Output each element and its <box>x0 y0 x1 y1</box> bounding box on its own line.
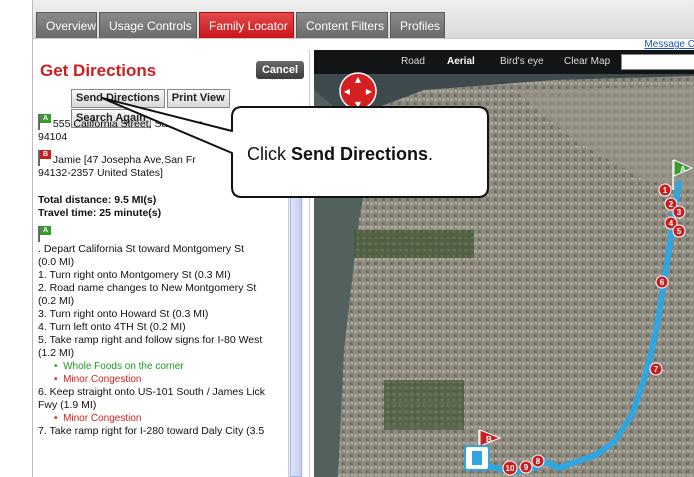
note-congestion-2: • Minor Congestion <box>54 413 142 424</box>
note-whole-foods: • Whole Foods on the corner <box>54 361 184 372</box>
svg-text:7: 7 <box>654 365 659 374</box>
waypoint-6: 6 <box>655 275 669 289</box>
tab-content-filters[interactable]: Content Filters <box>296 12 388 38</box>
waypoint-8: 8 <box>531 454 545 468</box>
route-path <box>475 180 682 475</box>
waypoint-5: 5 <box>672 224 686 238</box>
svg-text:9: 9 <box>524 463 529 472</box>
svg-text:2: 2 <box>669 200 674 209</box>
step-line: (0.2 MI) <box>38 295 75 307</box>
start-flag-icon: A <box>38 114 51 130</box>
end-flag-icon: B <box>38 150 51 166</box>
step-line: 1. Turn right onto Montgomery St (0.3 MI… <box>38 269 231 281</box>
step-line: Fwy (1.9 MI) <box>38 399 97 411</box>
tab-profiles[interactable]: Profiles <box>390 12 445 38</box>
step-line: 2. Road name changes to New Montgomery S… <box>38 282 257 294</box>
step-line: 7. Take ramp right for I-280 toward Daly… <box>38 425 265 437</box>
cancel-button[interactable]: Cancel <box>256 61 304 79</box>
end-flag-marker-icon: B <box>464 429 502 471</box>
svg-text:5: 5 <box>677 227 682 236</box>
step-line: (1.2 MI) <box>38 347 75 359</box>
app-frame: Overview Usage Controls Family Locator C… <box>32 0 694 477</box>
message-center-link[interactable]: Message C <box>644 39 694 50</box>
svg-text:10: 10 <box>506 464 515 473</box>
svg-text:6: 6 <box>660 278 665 287</box>
svg-text:1: 1 <box>663 186 668 195</box>
waypoint-7: 7 <box>649 362 663 376</box>
svg-text:A: A <box>680 165 686 174</box>
svg-text:3: 3 <box>677 208 682 217</box>
tab-family-locator[interactable]: Family Locator <box>199 12 294 38</box>
tab-usage-controls[interactable]: Usage Controls <box>99 12 197 38</box>
callout-text: Click Send Directions. <box>247 144 434 164</box>
step-line: 3. Turn right onto Howard St (0.3 MI) <box>38 308 209 320</box>
svg-text:▲: ▲ <box>355 75 362 84</box>
start-flag-small-icon: A <box>38 226 51 242</box>
waypoint-10: 10 <box>502 460 518 476</box>
waypoint-1: 1 <box>658 183 672 197</box>
step-line: 4. Turn left onto 4TH St (0.2 MI) <box>38 321 186 333</box>
waypoint-9: 9 <box>519 460 533 474</box>
note-congestion: • Minor Congestion <box>54 374 142 385</box>
waypoint-3: 3 <box>672 205 686 219</box>
panel-title: Get Directions <box>40 61 157 80</box>
depart-step: A . Depart California St toward Montgome… <box>38 226 245 268</box>
tab-overview[interactable]: Overview <box>36 12 97 38</box>
step-line: 6. Keep straight onto US-101 South / Jam… <box>38 386 266 398</box>
tab-bar: Overview Usage Controls Family Locator C… <box>33 0 694 39</box>
start-flag-marker-icon: A <box>672 159 694 190</box>
svg-text:8: 8 <box>536 457 541 466</box>
svg-text:B: B <box>486 435 492 444</box>
step-line: 5. Take ramp right and follow signs for … <box>38 334 263 346</box>
svg-text:4: 4 <box>669 219 674 228</box>
